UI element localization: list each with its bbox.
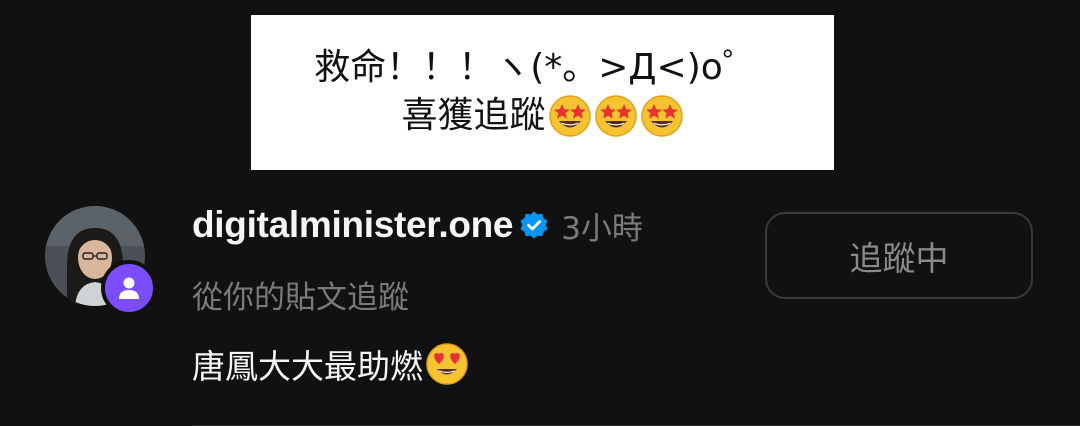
star-struck-emoji-icon [594,94,637,137]
caption-overlay: 救命！！！ヽ(*。>Д<)o゜ 喜獲追蹤 [251,15,834,170]
star-struck-emoji-icon [640,94,683,137]
timestamp: 3小時 [561,210,643,247]
caption-emoji-group [548,94,684,138]
heart-eyes-emoji-icon [426,343,468,385]
caption-line-2-text: 喜獲追蹤 [401,94,546,136]
following-button[interactable]: 追蹤中 [765,212,1033,299]
comment-text: 唐鳳大大最助燃 [192,340,469,388]
verified-badge-icon [519,210,549,240]
caption-line-2: 喜獲追蹤 [401,91,683,141]
star-struck-emoji-icon [548,94,591,137]
notification-header: digitalminister.one 3小時 [192,200,643,250]
comment-text-content: 唐鳳大大最助燃 [192,347,423,386]
notification-subtitle: 從你的貼文追蹤 [192,280,409,316]
username-link[interactable]: digitalminister.one [192,204,514,246]
caption-line-1: 救命！！！ヽ(*。>Д<)o゜ [314,46,759,88]
follower-badge [101,260,157,316]
person-icon [119,277,139,299]
